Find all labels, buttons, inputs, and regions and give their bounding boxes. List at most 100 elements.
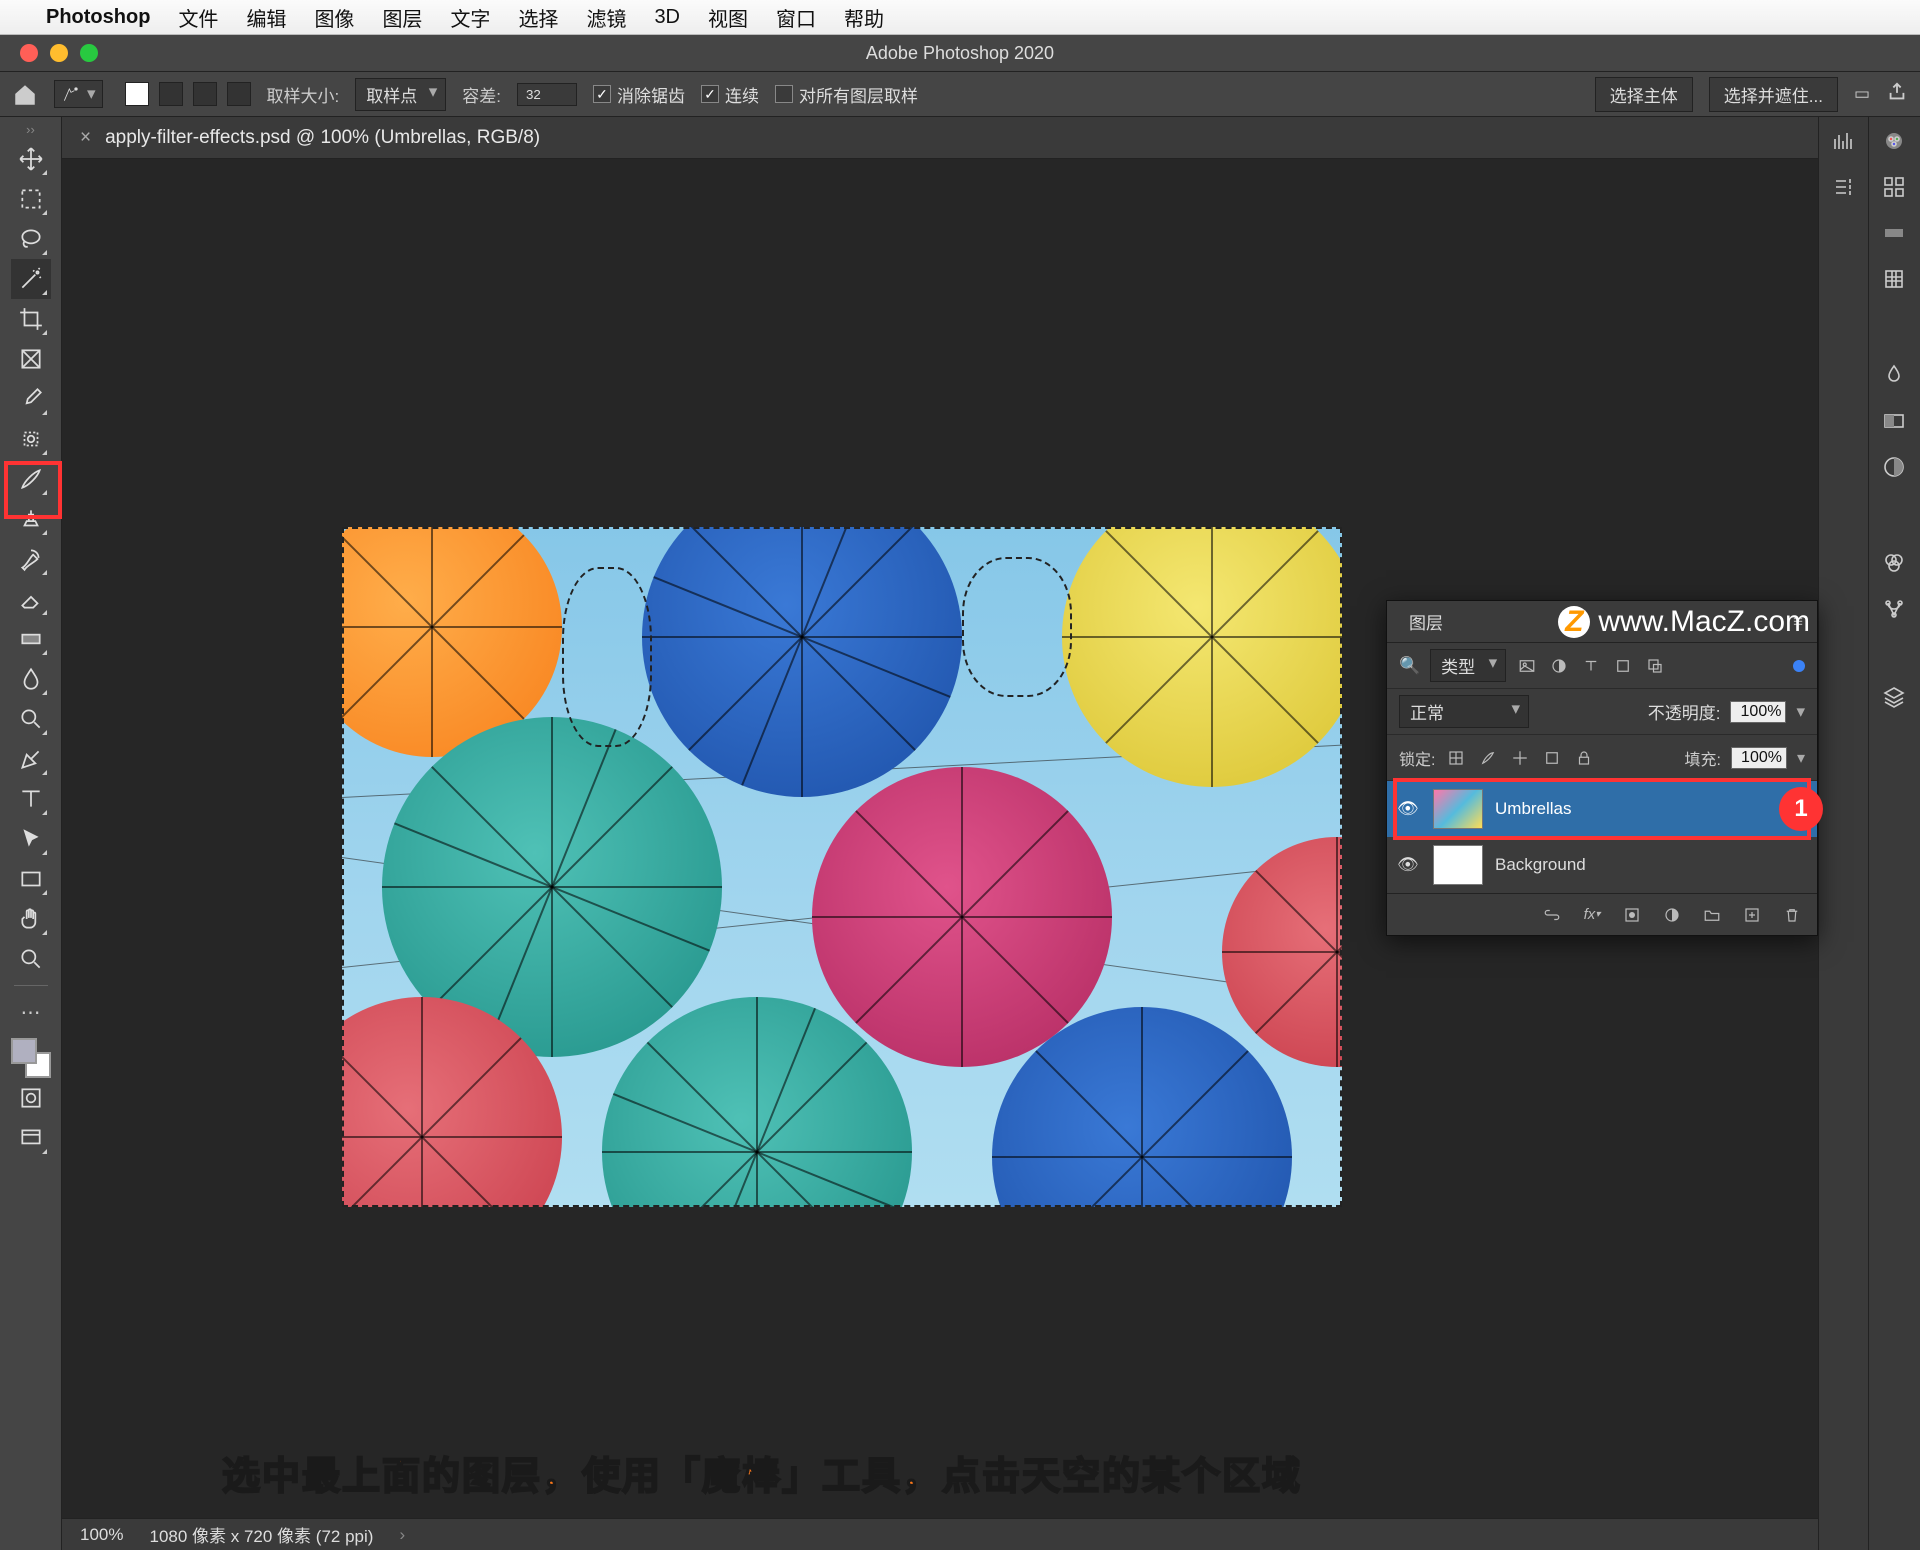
layer-thumbnail[interactable] bbox=[1433, 789, 1483, 829]
filter-shape-icon[interactable] bbox=[1612, 655, 1634, 677]
maximize-icon[interactable] bbox=[80, 44, 98, 62]
menu-edit[interactable]: 编辑 bbox=[246, 3, 286, 32]
lock-paint-icon[interactable] bbox=[1477, 747, 1499, 769]
blur-tool[interactable] bbox=[11, 659, 51, 699]
layer-name[interactable]: Umbrellas bbox=[1495, 799, 1572, 819]
rectangle-tool[interactable] bbox=[11, 859, 51, 899]
share-icon[interactable] bbox=[1886, 81, 1908, 108]
sample-icon-4[interactable] bbox=[227, 82, 251, 106]
quick-mask-icon[interactable] bbox=[11, 1078, 51, 1118]
zoom-tool[interactable] bbox=[11, 939, 51, 979]
contiguous-checkbox[interactable]: ✓连续 bbox=[701, 82, 759, 107]
toolbar-grip-icon[interactable]: ›› bbox=[26, 125, 35, 139]
lock-position-icon[interactable] bbox=[1509, 747, 1531, 769]
hand-tool[interactable] bbox=[11, 899, 51, 939]
canvas-image[interactable] bbox=[342, 527, 1342, 1207]
magic-wand-tool[interactable] bbox=[11, 259, 51, 299]
sample-size-select[interactable]: 取样点 bbox=[355, 78, 446, 111]
lock-artboard-icon[interactable] bbox=[1541, 747, 1563, 769]
menu-window[interactable]: 窗口 bbox=[776, 3, 816, 32]
sample-point-icon[interactable] bbox=[125, 82, 149, 106]
close-icon[interactable] bbox=[20, 44, 38, 62]
gradient-tool[interactable] bbox=[11, 619, 51, 659]
filter-toggle-icon[interactable] bbox=[1793, 660, 1805, 672]
layer-background[interactable]: 👁 Background bbox=[1387, 837, 1817, 893]
select-subject-button[interactable]: 选择主体 bbox=[1595, 77, 1693, 112]
color-panel-icon[interactable] bbox=[1880, 129, 1908, 153]
search-icon[interactable]: 🔍 bbox=[1399, 656, 1420, 676]
layer-filter-type[interactable]: 类型 bbox=[1430, 649, 1506, 682]
fill-input[interactable] bbox=[1731, 747, 1787, 769]
select-and-mask-button[interactable]: 选择并遮住... bbox=[1709, 77, 1838, 112]
tolerance-input[interactable] bbox=[517, 83, 577, 106]
edit-toolbar-icon[interactable]: ⋯ bbox=[11, 992, 51, 1032]
lock-all-icon[interactable] bbox=[1573, 747, 1595, 769]
adjustments-panel-icon[interactable] bbox=[1880, 409, 1908, 433]
current-tool-preset[interactable]: ▾ bbox=[54, 80, 103, 108]
crop-tool[interactable] bbox=[11, 299, 51, 339]
menu-select[interactable]: 选择 bbox=[518, 3, 558, 32]
swatches-panel-icon[interactable] bbox=[1880, 175, 1908, 199]
group-layers-icon[interactable] bbox=[1701, 904, 1723, 926]
marquee-tool[interactable] bbox=[11, 179, 51, 219]
screen-mode-icon[interactable] bbox=[11, 1118, 51, 1158]
layers-panel-icon[interactable] bbox=[1880, 685, 1908, 709]
styles-panel-icon[interactable] bbox=[1880, 455, 1908, 479]
lock-transparency-icon[interactable] bbox=[1445, 747, 1467, 769]
delete-layer-icon[interactable] bbox=[1781, 904, 1803, 926]
channels-panel-icon[interactable] bbox=[1880, 551, 1908, 575]
opacity-chevron-icon[interactable]: ▾ bbox=[1796, 702, 1805, 722]
document-tab[interactable]: × apply-filter-effects.psd @ 100% (Umbre… bbox=[62, 117, 1818, 159]
properties-icon[interactable] bbox=[1830, 175, 1858, 199]
all-layers-checkbox[interactable]: 对所有图层取样 bbox=[775, 82, 918, 107]
pen-tool[interactable] bbox=[11, 739, 51, 779]
filter-type-icon[interactable] bbox=[1580, 655, 1602, 677]
clone-stamp-tool[interactable] bbox=[11, 499, 51, 539]
healing-brush-tool[interactable] bbox=[11, 419, 51, 459]
link-layers-icon[interactable] bbox=[1541, 904, 1563, 926]
status-chevron-icon[interactable]: › bbox=[399, 1525, 405, 1545]
menu-3d[interactable]: 3D bbox=[654, 6, 680, 29]
visibility-icon[interactable]: 👁 bbox=[1397, 855, 1421, 875]
paths-panel-icon[interactable] bbox=[1880, 597, 1908, 621]
adjustment-layer-icon[interactable] bbox=[1661, 904, 1683, 926]
antialias-checkbox[interactable]: ✓消除锯齿 bbox=[593, 82, 685, 107]
doc-dimensions[interactable]: 1080 像素 x 720 像素 (72 ppi) bbox=[149, 1522, 373, 1547]
gradients-panel-icon[interactable] bbox=[1880, 221, 1908, 245]
histogram-icon[interactable] bbox=[1830, 129, 1858, 153]
new-layer-icon[interactable] bbox=[1741, 904, 1763, 926]
layer-name[interactable]: Background bbox=[1495, 855, 1586, 875]
menu-help[interactable]: 帮助 bbox=[844, 3, 884, 32]
menu-view[interactable]: 视图 bbox=[708, 3, 748, 32]
menu-file[interactable]: 文件 bbox=[178, 3, 218, 32]
close-tab-icon[interactable]: × bbox=[80, 127, 91, 149]
sample-icon-2[interactable] bbox=[159, 82, 183, 106]
libraries-icon[interactable] bbox=[1880, 363, 1908, 387]
layer-umbrellas[interactable]: 👁 Umbrellas bbox=[1387, 781, 1817, 837]
lasso-tool[interactable] bbox=[11, 219, 51, 259]
patterns-panel-icon[interactable] bbox=[1880, 267, 1908, 291]
move-tool[interactable] bbox=[11, 139, 51, 179]
menu-layer[interactable]: 图层 bbox=[382, 3, 422, 32]
minimize-icon[interactable] bbox=[50, 44, 68, 62]
brush-tool[interactable] bbox=[11, 459, 51, 499]
history-brush-tool[interactable] bbox=[11, 539, 51, 579]
panel-options-icon[interactable]: ▭ bbox=[1854, 84, 1870, 104]
fill-chevron-icon[interactable]: ▾ bbox=[1797, 748, 1805, 768]
dodge-tool[interactable] bbox=[11, 699, 51, 739]
sample-icon-3[interactable] bbox=[193, 82, 217, 106]
layers-tab[interactable]: 图层 bbox=[1401, 599, 1451, 644]
eraser-tool[interactable] bbox=[11, 579, 51, 619]
app-name[interactable]: Photoshop bbox=[46, 6, 150, 29]
path-selection-tool[interactable] bbox=[11, 819, 51, 859]
filter-image-icon[interactable] bbox=[1516, 655, 1538, 677]
visibility-icon[interactable]: 👁 bbox=[1397, 799, 1421, 819]
type-tool[interactable] bbox=[11, 779, 51, 819]
home-icon[interactable] bbox=[12, 82, 38, 106]
menu-type[interactable]: 文字 bbox=[450, 3, 490, 32]
layer-fx-icon[interactable]: fx▾ bbox=[1581, 904, 1603, 926]
opacity-input[interactable] bbox=[1730, 701, 1786, 723]
filter-smart-icon[interactable] bbox=[1644, 655, 1666, 677]
blend-mode-select[interactable]: 正常 bbox=[1399, 695, 1529, 728]
menu-image[interactable]: 图像 bbox=[314, 3, 354, 32]
